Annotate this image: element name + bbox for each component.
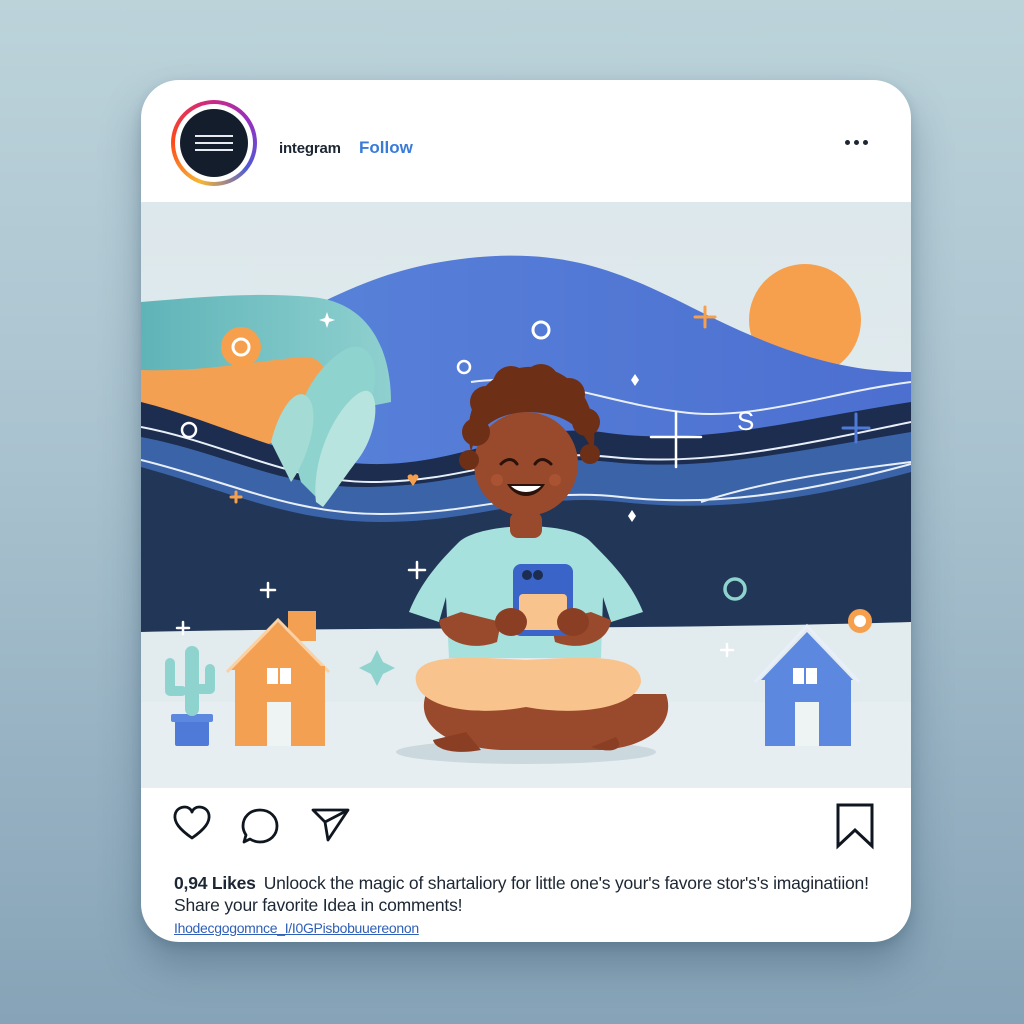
illustration: S bbox=[141, 202, 911, 788]
post-card: integram Follow S 0,94 Likes Unloock the… bbox=[141, 80, 911, 942]
avatar-image bbox=[180, 109, 248, 177]
username[interactable]: integram bbox=[279, 140, 341, 157]
avatar-line-icon bbox=[195, 142, 233, 144]
avatar-line-icon bbox=[195, 149, 233, 151]
post-actions bbox=[141, 788, 911, 868]
caption-link[interactable]: Ihodecgogomnce_I/I0GPisbobuuereonon bbox=[174, 920, 419, 936]
bookmark-icon[interactable] bbox=[834, 802, 876, 855]
svg-text:S: S bbox=[737, 406, 754, 436]
likes-count[interactable]: 0,94 Likes bbox=[174, 873, 256, 893]
send-icon[interactable] bbox=[310, 804, 352, 849]
avatar-line-icon bbox=[195, 135, 233, 137]
post-header: integram Follow bbox=[141, 80, 911, 202]
post-caption: 0,94 Likes Unloock the magic of shartalio… bbox=[174, 872, 879, 916]
profile-avatar[interactable] bbox=[171, 100, 257, 186]
comment-icon[interactable] bbox=[240, 806, 282, 851]
follow-button[interactable]: Follow bbox=[359, 138, 413, 158]
more-options-icon[interactable] bbox=[841, 130, 877, 154]
heart-icon[interactable] bbox=[171, 804, 213, 849]
caption-text: Unloock the magic of shartaliory for lit… bbox=[174, 873, 869, 915]
post-image[interactable]: S bbox=[141, 202, 911, 788]
